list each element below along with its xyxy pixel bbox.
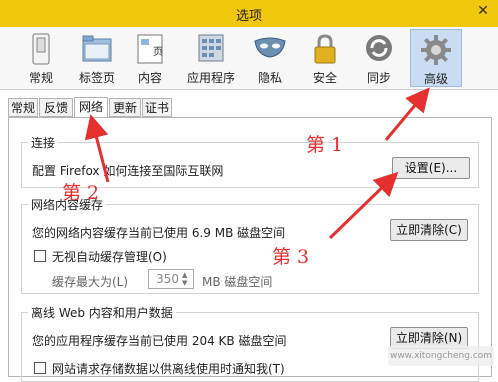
annotation-step-1: 第 1 bbox=[306, 134, 344, 156]
annotation-step-2: 第 2 bbox=[62, 182, 100, 204]
arrow-to-network-tab bbox=[84, 114, 110, 183]
watermark: www.xitongcheng.com bbox=[388, 346, 494, 366]
annotation-step-3: 第 3 bbox=[272, 246, 310, 268]
arrow-to-settings-button bbox=[328, 171, 399, 240]
arrow-to-advanced bbox=[384, 87, 430, 141]
